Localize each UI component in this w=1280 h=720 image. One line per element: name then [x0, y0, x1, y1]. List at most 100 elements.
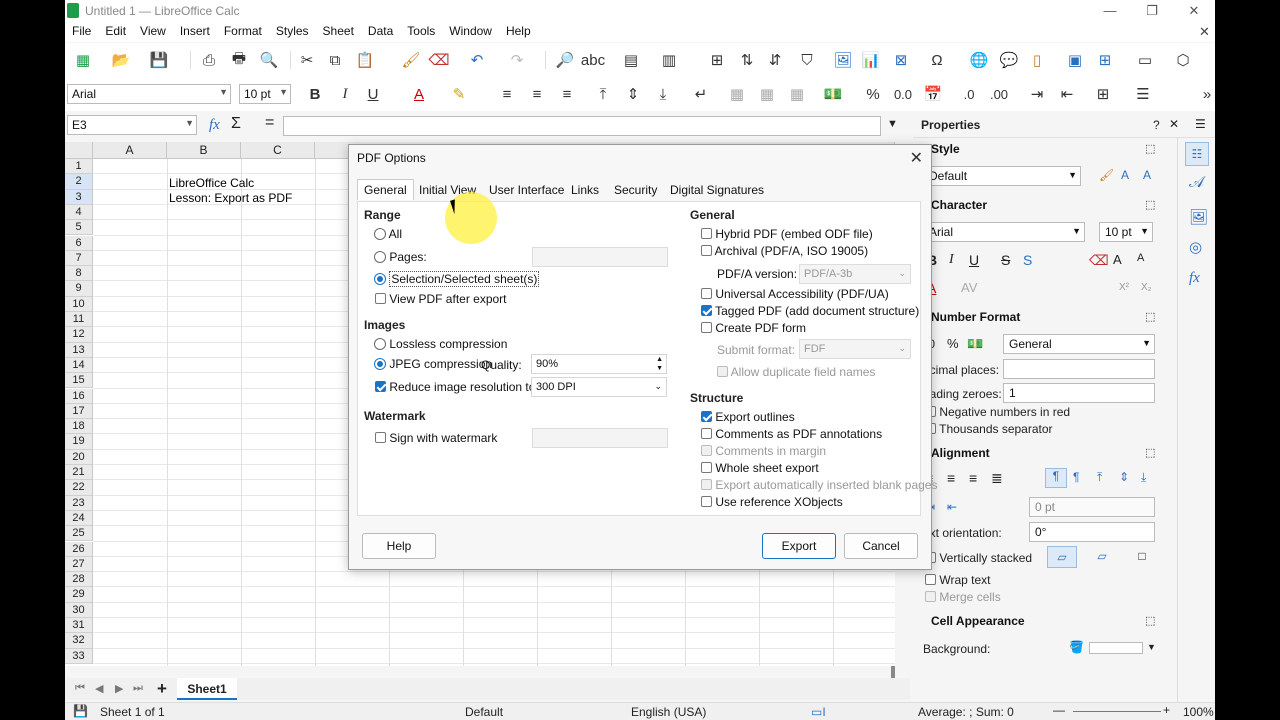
number-more-options-icon[interactable]: ⬚	[1145, 310, 1155, 323]
right-to-left-icon[interactable]: ¶	[1073, 470, 1079, 484]
row-header[interactable]: 10	[65, 296, 93, 312]
pivot-table-icon[interactable]: ⊠	[891, 50, 911, 70]
row-header[interactable]: 28	[65, 572, 93, 588]
align-right-icon[interactable]: ≡	[557, 84, 577, 104]
freeze-rows-icon[interactable]: ⊞	[1095, 50, 1115, 70]
sidebar-percent-icon[interactable]: %	[947, 336, 959, 351]
row-header[interactable]: 20	[65, 449, 93, 465]
sum-icon[interactable]: Σ	[231, 115, 241, 133]
filter-icon[interactable]: ⛉	[797, 50, 817, 70]
comments-annotations-option[interactable]: Comments as PDF annotations	[701, 427, 882, 441]
corner-select-all[interactable]	[65, 142, 93, 159]
tab-user-interface[interactable]: User Interface	[489, 183, 564, 197]
fill-format-icon[interactable]: 🖌	[1099, 168, 1114, 182]
submit-format-select[interactable]: FDF ⌄	[799, 339, 911, 359]
row-header[interactable]: 29	[65, 587, 93, 603]
font-color-icon[interactable]: A	[409, 84, 429, 104]
increase-font-icon[interactable]: A	[1113, 252, 1122, 267]
reduce-resolution-option[interactable]: Reduce image resolution to:	[375, 380, 539, 394]
paste-icon[interactable]: 📋	[355, 50, 375, 70]
view-after-export-checkbox[interactable]	[375, 293, 386, 304]
sidebar-underline-icon[interactable]: U	[969, 252, 979, 268]
tagged-pdf-option[interactable]: Tagged PDF (add document structure)	[701, 304, 919, 318]
decimal-places-field[interactable]	[1003, 359, 1155, 379]
alignment-more-options-icon[interactable]: ⬚	[1145, 446, 1155, 459]
update-style-icon[interactable]: A	[1143, 168, 1151, 182]
menu-styles[interactable]: Styles	[269, 22, 316, 38]
help-icon[interactable]: ?	[1153, 118, 1160, 132]
tab-general[interactable]: General	[357, 179, 414, 200]
sidebar-italic-icon[interactable]: I	[949, 252, 954, 268]
row-header[interactable]: 12	[65, 327, 93, 343]
row-header[interactable]: 25	[65, 526, 93, 542]
duplicate-fields-checkbox[interactable]	[717, 366, 728, 377]
leading-zeroes-field[interactable]: 1	[1003, 383, 1155, 403]
whole-sheet-option[interactable]: Whole sheet export	[701, 461, 819, 475]
lossless-option[interactable]: Lossless compression	[374, 337, 507, 351]
minimize-button[interactable]: —	[1095, 2, 1125, 20]
whole-sheet-checkbox[interactable]	[701, 462, 712, 473]
reduce-resolution-checkbox[interactable]	[375, 381, 386, 392]
column-icon[interactable]: ▥	[659, 50, 679, 70]
resolution-select[interactable]: 300 DPI ⌄	[531, 377, 667, 397]
comments-margin-option[interactable]: Comments in margin	[701, 444, 826, 458]
wrap-text-icon[interactable]: ↵	[691, 84, 711, 104]
menu-tools[interactable]: Tools	[400, 22, 442, 38]
text-extension-top-icon[interactable]: ▱	[1087, 546, 1117, 568]
create-form-checkbox[interactable]	[701, 322, 712, 333]
universal-accessibility-checkbox[interactable]	[701, 288, 712, 299]
tab-security[interactable]: Security	[614, 183, 657, 197]
add-sheet-button[interactable]: +	[157, 679, 167, 699]
row-header[interactable]: 26	[65, 541, 93, 557]
border-style-icon[interactable]: ☰	[1133, 84, 1153, 104]
row-header[interactable]: 7	[65, 250, 93, 267]
underline-icon[interactable]: U	[363, 84, 383, 104]
sidebar-currency-icon[interactable]: 💵	[967, 336, 983, 352]
background-fill-icon[interactable]: 🪣	[1069, 640, 1084, 654]
column-header-c[interactable]: C	[241, 142, 315, 159]
range-all-option[interactable]: All	[374, 227, 402, 241]
indent-field[interactable]: 0 pt	[1029, 497, 1155, 517]
align-left-icon[interactable]: ≡	[497, 84, 517, 104]
export-button[interactable]: Export	[762, 533, 836, 559]
merge-cells-icon[interactable]: ▦	[757, 84, 777, 104]
first-sheet-icon[interactable]: ⏮	[75, 682, 85, 695]
jpeg-radio[interactable]	[374, 358, 386, 370]
close-sidebar-icon[interactable]: ✕	[1169, 117, 1179, 131]
chevron-down-icon[interactable]: ▼	[1147, 642, 1156, 652]
close-icon[interactable]: ✕	[910, 148, 923, 168]
row-header[interactable]: 8	[65, 266, 93, 282]
new-style-icon[interactable]: A	[1121, 168, 1129, 182]
define-print-area-icon[interactable]: ▣	[1065, 50, 1085, 70]
character-spacing-icon[interactable]: AV	[961, 280, 977, 295]
create-form-option[interactable]: Create PDF form	[701, 321, 806, 335]
decrease-indent-icon[interactable]: ⇤	[1057, 84, 1077, 104]
expand-formula-icon[interactable]: ▼	[887, 118, 898, 130]
decrease-font-icon[interactable]: A	[1137, 252, 1144, 264]
zoom-out-icon[interactable]: —	[1053, 703, 1065, 717]
row-header[interactable]: 23	[65, 495, 93, 511]
italic-icon[interactable]: I	[335, 84, 355, 104]
view-after-export-option[interactable]: View PDF after export	[375, 292, 507, 306]
menu-format[interactable]: Format	[217, 22, 269, 38]
copy-icon[interactable]: ⧉	[325, 50, 345, 70]
more-options-icon[interactable]: »	[1197, 84, 1215, 104]
row-header[interactable]: 2	[65, 174, 93, 190]
xobjects-checkbox[interactable]	[701, 496, 712, 507]
menu-data[interactable]: Data	[361, 22, 400, 38]
thousands-separator-option[interactable]: Thousands separator	[925, 422, 1053, 436]
highlight-color-icon[interactable]: ✎	[449, 84, 469, 104]
spin-arrows-icon[interactable]: ▲ ▼	[656, 355, 663, 373]
close-window-button[interactable]: ✕	[1179, 2, 1209, 20]
formula-icon[interactable]: =	[265, 114, 274, 132]
chart-icon[interactable]: 📊	[861, 50, 881, 70]
last-sheet-icon[interactable]: ⏭	[133, 682, 143, 695]
comment-icon[interactable]: 💬	[999, 50, 1019, 70]
merge-cells-option[interactable]: Merge cells	[925, 590, 1001, 604]
lossless-radio[interactable]	[374, 338, 386, 350]
zoom-in-icon[interactable]: +	[1163, 703, 1170, 717]
row-header[interactable]: 21	[65, 465, 93, 481]
sign-watermark-checkbox[interactable]	[375, 432, 386, 443]
superscript-icon[interactable]: X²	[1119, 282, 1129, 293]
column-header-a[interactable]: A	[93, 142, 167, 159]
